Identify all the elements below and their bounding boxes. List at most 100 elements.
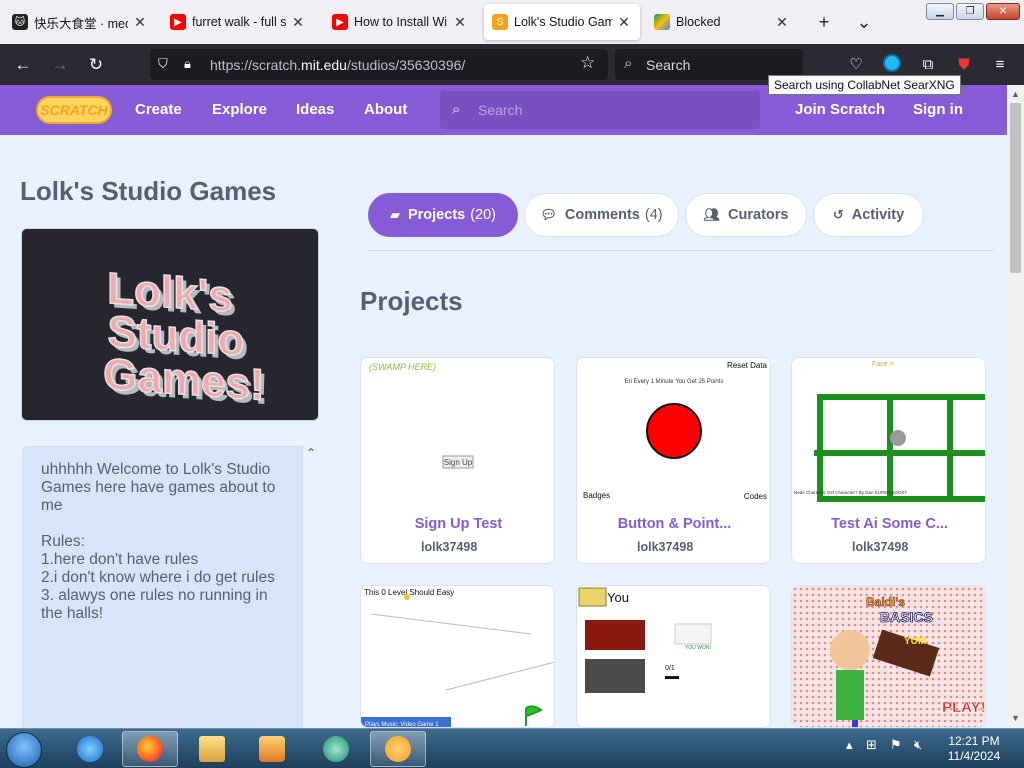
url-bar[interactable]: ⛉ 🔒︎ https://scratch.mit.edu/studios/356…	[150, 49, 608, 80]
close-icon[interactable]: ✕	[774, 14, 790, 31]
nav-about[interactable]: About	[364, 101, 407, 118]
studio-thumbnail-art: Lolk's Lolk's Studio Studio Games! Games…	[22, 229, 318, 420]
nav-explore[interactable]: Explore	[212, 101, 267, 118]
project-thumb-art: This 0 Level Should Easy Plays Music: Vi…	[361, 588, 554, 727]
browser-tab-4-active[interactable]: S Lolk's Studio Games ✕	[484, 4, 640, 40]
scroll-up-icon[interactable]: ⌃	[306, 446, 316, 460]
shield-icon[interactable]: ⛉	[158, 56, 168, 72]
volume-muted-icon[interactable]: 🔇︎	[914, 737, 922, 753]
close-icon[interactable]: ✕	[132, 14, 148, 31]
browser-tab-1[interactable]: 🐱 快乐大食堂 · meow ✕	[4, 4, 156, 40]
tab-projects-label: Projects	[407, 207, 466, 223]
scrollbar-thumb[interactable]	[1010, 103, 1021, 273]
page-scrollbar[interactable]: ▲ ▼	[1007, 85, 1024, 728]
studio-title: Lolk's Studio Games	[20, 176, 277, 206]
url-prefix: https://scratch.	[210, 57, 302, 73]
project-thumbnail[interactable]: This 0 Level Should Easy Plays Music: Vi…	[361, 586, 554, 727]
tab-projects-count: (20)	[470, 207, 497, 223]
thumb-text: (SWAMP HERE)	[369, 362, 436, 372]
thumb-text: PLAY!	[942, 699, 986, 716]
browser-tab-2[interactable]: ▶ furret walk - full song ✕	[162, 4, 314, 40]
scroll-down-icon[interactable]: ▼	[1011, 713, 1020, 723]
action-center-flag-icon[interactable]: ⚑	[890, 737, 902, 753]
red-button-circle	[646, 403, 702, 459]
project-card[interactable]: Baldi's BASICS YUM PLAY!	[791, 585, 986, 728]
thumb-text: Baldi's	[866, 595, 905, 609]
scroll-up-icon[interactable]: ▲	[1011, 89, 1020, 99]
firefox-icon	[137, 736, 163, 762]
project-title[interactable]: Button & Point...	[587, 516, 762, 532]
project-card[interactable]: You YOU WON! 0/1	[576, 585, 771, 728]
reload-button[interactable]: ↻	[83, 52, 109, 78]
pocket-icon[interactable]: ♡	[845, 54, 867, 76]
nav-ideas[interactable]: Ideas	[296, 101, 334, 118]
description-scrollbar[interactable]: ⌃	[303, 446, 319, 736]
system-clock[interactable]: 12:21 PM 11/4/2024	[938, 734, 1010, 764]
taskbar-app[interactable]	[308, 731, 364, 767]
scratch-logo[interactable]: SCRATCH	[36, 96, 112, 124]
sign-in-link[interactable]: Sign in	[913, 101, 963, 118]
clock-date: 11/4/2024	[947, 749, 1001, 763]
taskbar-scratch[interactable]	[370, 731, 426, 767]
join-scratch-link[interactable]: Join Scratch	[795, 101, 885, 118]
taskbar-firefox[interactable]	[122, 731, 178, 767]
projects-section-title: Projects	[360, 286, 463, 316]
close-icon[interactable]: ✕	[290, 14, 306, 31]
ublock-icon[interactable]: ⛊	[953, 54, 975, 76]
bookmark-star-icon[interactable]: ☆	[580, 53, 595, 73]
youtube-icon: ▶	[332, 14, 348, 30]
menu-hamburger-icon[interactable]: ≡	[989, 54, 1011, 76]
search-icon: ⌕	[452, 101, 461, 118]
close-icon[interactable]: ✕	[616, 14, 632, 31]
list-all-tabs-button[interactable]: ⌄	[852, 10, 876, 34]
maximize-button[interactable]: ❐	[956, 3, 984, 20]
network-icon[interactable]: ⊞	[866, 737, 877, 753]
project-card[interactable]: (SWAMP HERE) Sign Up Sign Up Test lolk37…	[360, 357, 555, 564]
project-author[interactable]: lolk37498	[421, 540, 477, 554]
project-card[interactable]: This 0 Level Should Easy Plays Music: Vi…	[360, 585, 555, 728]
thumb-text: You	[607, 590, 629, 605]
tab-activity[interactable]: ↺ Activity	[813, 193, 924, 237]
close-window-button[interactable]: ✕	[986, 3, 1020, 20]
thumb-text: YOU WON!	[685, 645, 711, 651]
project-thumbnail[interactable]: Face > Node Character Girl Character? By…	[792, 358, 985, 504]
project-card[interactable]: Face > Node Character Girl Character? By…	[791, 357, 986, 564]
tab-curators[interactable]: 👥︎ Curators	[685, 193, 807, 237]
thumb-text: Node Character Girl Character? By Dan SU…	[794, 490, 908, 495]
lock-icon[interactable]: 🔒︎	[184, 56, 191, 72]
project-thumbnail[interactable]: Reset Data Eri Every 1 Minute You Get 25…	[577, 358, 770, 504]
project-card[interactable]: Reset Data Eri Every 1 Minute You Get 25…	[576, 357, 771, 564]
project-thumbnail[interactable]: Baldi's BASICS YUM PLAY!	[792, 586, 986, 727]
thumb-text: Codes	[744, 492, 767, 501]
thumb-text: 0/1	[665, 665, 675, 672]
project-title[interactable]: Sign Up Test	[371, 516, 546, 532]
taskbar-explorer[interactable]	[184, 731, 240, 767]
tab-title: Lolk's Studio Games	[514, 15, 612, 29]
browser-tab-3[interactable]: ▶ How to Install Windows ✕	[324, 4, 476, 40]
project-author[interactable]: lolk37498	[852, 540, 908, 554]
extensions-puzzle-icon[interactable]: ⧉	[917, 54, 939, 76]
tab-title: furret walk - full song	[192, 15, 286, 29]
extension-globe-icon[interactable]	[881, 54, 903, 76]
nav-create[interactable]: Create	[135, 101, 182, 118]
project-thumbnail[interactable]: (SWAMP HERE) Sign Up	[361, 358, 554, 504]
taskbar-ie[interactable]	[62, 731, 118, 767]
tab-comments[interactable]: 💬︎ Comments (4)	[524, 193, 679, 237]
forward-button[interactable]: →	[47, 52, 73, 78]
project-author[interactable]: lolk37498	[637, 540, 693, 554]
browser-tab-5[interactable]: Blocked ✕	[646, 4, 798, 40]
tray-expand-icon[interactable]: ▴	[846, 737, 853, 753]
project-thumb-art: (SWAMP HERE) Sign Up	[369, 362, 474, 469]
minimize-button[interactable]: ▁	[926, 3, 954, 20]
scratch-search-input[interactable]	[478, 100, 748, 120]
start-button[interactable]	[6, 732, 42, 768]
back-button[interactable]: ←	[10, 52, 36, 78]
tab-projects[interactable]: ▰ Projects (20)	[368, 193, 518, 237]
app-icon	[323, 736, 349, 762]
url-text[interactable]: https://scratch.mit.edu/studios/35630396…	[210, 57, 465, 73]
project-title[interactable]: Test Ai Some C...	[802, 516, 977, 532]
taskbar-media-player[interactable]	[244, 731, 300, 767]
project-thumbnail[interactable]: You YOU WON! 0/1	[577, 586, 770, 727]
close-icon[interactable]: ✕	[452, 14, 468, 31]
new-tab-button[interactable]: +	[812, 10, 836, 34]
